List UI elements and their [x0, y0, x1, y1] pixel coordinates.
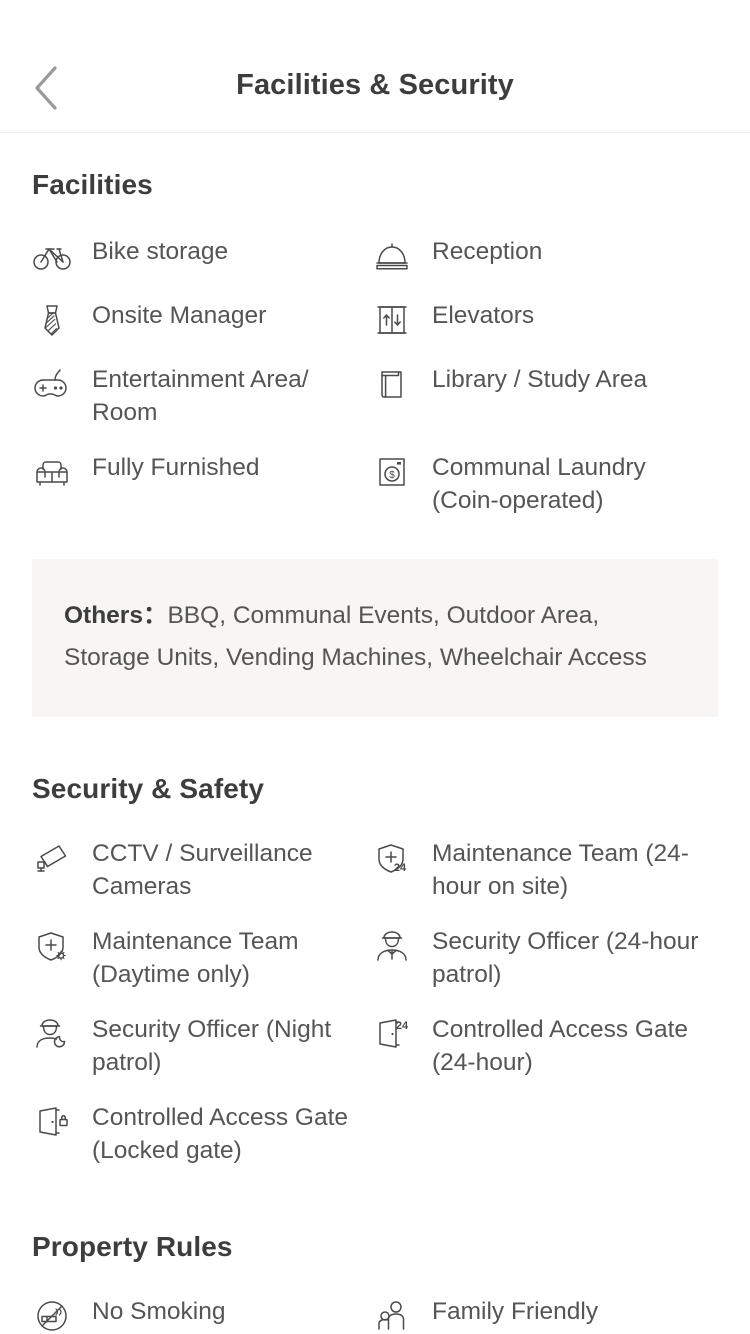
- svg-text:$: $: [389, 470, 395, 481]
- others-text: Others：BBQ, Communal Events, Outdoor Are…: [64, 595, 686, 679]
- security-label: Controlled Access Gate (Locked gate): [92, 1104, 349, 1164]
- facilities-security-screen: Facilities & Security Facilities Bike st…: [0, 0, 750, 1334]
- coin-laundry-icon: $: [372, 452, 412, 492]
- gate-locked-icon: [32, 1102, 72, 1142]
- security-item-cctv[interactable]: CCTV / Surveillance Cameras: [32, 827, 372, 915]
- security-label: Security Officer (Night patrol): [92, 1016, 332, 1076]
- section-title-property-rules: Property Rules: [32, 1231, 233, 1262]
- facility-label: Communal Laundry (Coin-operated): [432, 454, 646, 514]
- facility-item-bike-storage[interactable]: Bike storage: [32, 225, 372, 289]
- no-smoking-icon: [32, 1296, 72, 1334]
- facility-label: Onsite Manager: [92, 302, 267, 329]
- facility-label: Reception: [432, 238, 543, 265]
- facility-label: Elevators: [432, 302, 535, 329]
- others-panel: Others：BBQ, Communal Events, Outdoor Are…: [32, 559, 718, 717]
- sofa-icon: [32, 452, 72, 492]
- rule-label: No Smoking: [92, 1298, 226, 1325]
- property-rules-list: No Smoking Family Friendly: [0, 1285, 750, 1334]
- svg-text:24: 24: [394, 862, 407, 874]
- reception-bell-icon: [372, 236, 412, 276]
- section-title-security: Security & Safety: [32, 773, 265, 804]
- facilities-list: Bike storage Reception Onsite Manager El…: [0, 225, 750, 529]
- security-item-gate-24h[interactable]: 24 Controlled Access Gate (24-hour): [372, 1003, 732, 1091]
- facility-item-entertainment-area[interactable]: Entertainment Area/ Room: [32, 353, 372, 441]
- facility-item-reception[interactable]: Reception: [372, 225, 732, 289]
- security-label: Maintenance Team (24-hour on site): [432, 840, 689, 900]
- bicycle-icon: [32, 236, 72, 276]
- security-label: Controlled Access Gate (24-hour): [432, 1016, 689, 1076]
- gamepad-icon: [32, 364, 72, 404]
- security-label: CCTV / Surveillance Cameras: [92, 840, 313, 900]
- section-title-facilities: Facilities: [32, 169, 153, 200]
- svg-text:24: 24: [396, 1020, 409, 1032]
- security-item-officer-24h[interactable]: Security Officer (24-hour patrol): [372, 915, 732, 1003]
- family-friendly-icon: [372, 1296, 412, 1334]
- facility-label: Fully Furnished: [92, 454, 260, 481]
- gate-24h-icon: 24: [372, 1014, 412, 1054]
- facility-label: Library / Study Area: [432, 366, 648, 393]
- facility-item-onsite-manager[interactable]: Onsite Manager: [32, 289, 372, 353]
- necktie-icon: [32, 300, 72, 340]
- facility-item-elevators[interactable]: Elevators: [372, 289, 732, 353]
- security-label: Security Officer (24-hour patrol): [432, 928, 699, 988]
- facility-item-fully-furnished[interactable]: Fully Furnished: [32, 441, 372, 529]
- book-icon: [372, 364, 412, 404]
- shield-daytime-icon: [32, 926, 72, 966]
- facility-label: Entertainment Area/ Room: [92, 366, 309, 426]
- facility-label: Bike storage: [92, 238, 229, 265]
- security-list: CCTV / Surveillance Cameras 24 Maintenan…: [0, 827, 750, 1179]
- security-item-maintenance-daytime[interactable]: Maintenance Team (Daytime only): [32, 915, 372, 1003]
- security-item-maintenance-24h[interactable]: 24 Maintenance Team (24-hour on site): [372, 827, 732, 915]
- security-officer-night-icon: [32, 1014, 72, 1054]
- security-item-officer-night[interactable]: Security Officer (Night patrol): [32, 1003, 372, 1091]
- facility-item-communal-laundry[interactable]: $ Communal Laundry (Coin-operated): [372, 441, 732, 529]
- security-officer-icon: [372, 926, 412, 966]
- rule-item-no-smoking[interactable]: No Smoking: [32, 1285, 372, 1334]
- others-label: Others：: [64, 602, 168, 629]
- page-header: Facilities & Security: [0, 0, 750, 133]
- rule-label: Family Friendly: [432, 1298, 599, 1325]
- rule-item-family-friendly[interactable]: Family Friendly: [372, 1285, 732, 1334]
- shield-24h-icon: 24: [372, 838, 412, 878]
- facility-item-library[interactable]: Library / Study Area: [372, 353, 732, 441]
- page-title: Facilities & Security: [236, 69, 514, 101]
- cctv-camera-icon: [32, 838, 72, 878]
- security-item-gate-locked[interactable]: Controlled Access Gate (Locked gate): [32, 1091, 372, 1179]
- page-content: Facilities Bike storage Reception Onsite…: [0, 169, 750, 1334]
- security-label: Maintenance Team (Daytime only): [92, 928, 299, 988]
- elevator-icon: [372, 300, 412, 340]
